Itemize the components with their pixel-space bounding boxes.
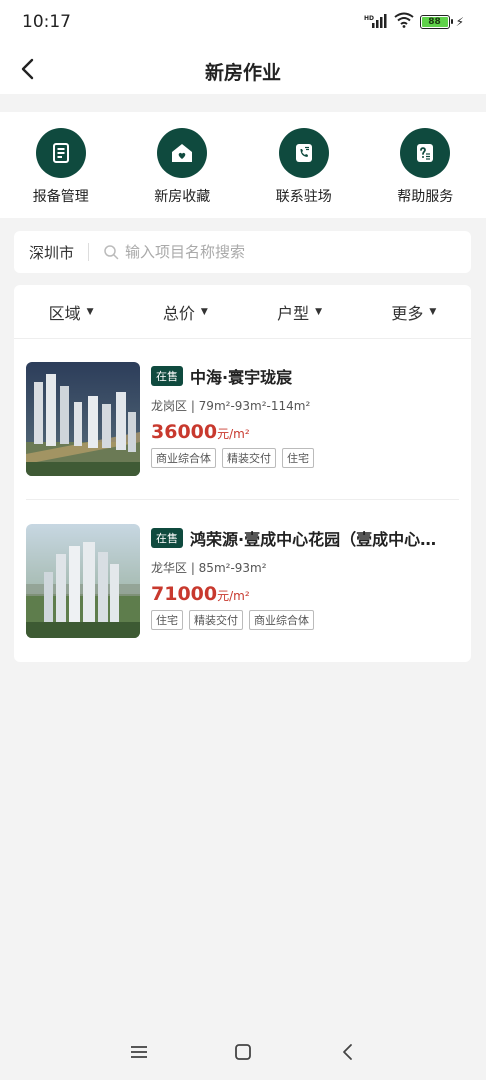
filter-total-price[interactable]: 总价 ▼: [128, 285, 242, 338]
filter-more[interactable]: 更多 ▼: [357, 285, 471, 338]
listing-title: 鸿荣源·壹成中心花园（壹成中心…: [190, 530, 437, 549]
filter-bar: 区域 ▼ 总价 ▼ 户型 ▼ 更多 ▼: [14, 285, 471, 339]
charging-icon: ⚡: [455, 15, 464, 29]
price-value: 71000: [151, 583, 218, 605]
quick-action-label: 新房收藏: [154, 189, 211, 205]
caret-down-icon: ▼: [315, 306, 323, 317]
filter-label: 更多: [391, 303, 424, 323]
status-time: 10:17: [22, 12, 71, 32]
caret-down-icon: ▼: [200, 306, 208, 317]
quick-actions: 报备管理 新房收藏 联系驻场 帮助服务: [0, 112, 486, 218]
listing-title-row: 在售 鸿荣源·壹成中心花园（壹成中心…: [151, 526, 459, 550]
menu-icon: [131, 1046, 147, 1058]
divider: [26, 499, 459, 500]
listing-card: 区域 ▼ 总价 ▼ 户型 ▼ 更多 ▼ 在售 中海·寰宇珑宸 龙岗区 | 79m…: [14, 285, 471, 662]
listing-price: 71000元/m²: [151, 583, 459, 605]
filter-label: 区域: [48, 303, 81, 323]
listing-tag: 精装交付: [189, 610, 243, 630]
search-icon: [104, 245, 119, 260]
system-back-button[interactable]: [334, 1039, 360, 1065]
listing-info: 在售 鸿荣源·壹成中心花园（壹成中心… 龙华区 | 85m²-93m² 7100…: [151, 526, 459, 630]
status-badge: 在售: [151, 528, 183, 548]
battery-icon: 88: [419, 15, 453, 29]
search-divider: [88, 243, 89, 261]
listing-tag: 精装交付: [222, 448, 276, 468]
listing-tags: 商业综合体 精装交付 住宅: [151, 448, 459, 468]
quick-action-help[interactable]: 帮助服务: [365, 112, 486, 218]
listing-price: 36000元/m²: [151, 421, 459, 443]
quick-action-label: 帮助服务: [397, 189, 454, 205]
listing-photo: [26, 362, 140, 476]
document-icon: [35, 128, 86, 178]
search-field: [103, 243, 471, 261]
system-nav-bar: [0, 1024, 486, 1080]
quick-action-report-management[interactable]: 报备管理: [0, 112, 122, 218]
phone-icon: [278, 128, 329, 178]
listing-item[interactable]: 在售 鸿荣源·壹成中心花园（壹成中心… 龙华区 | 85m²-93m² 7100…: [26, 524, 459, 644]
search-bar: 深圳市: [14, 231, 471, 273]
quick-action-label: 联系驻场: [275, 189, 332, 205]
filter-label: 户型: [277, 303, 310, 323]
status-badge: 在售: [151, 366, 183, 386]
signal-icon: HD: [364, 13, 388, 31]
listing-title: 中海·寰宇珑宸: [190, 368, 293, 387]
battery-level: 88: [421, 17, 448, 27]
city-selector[interactable]: 深圳市: [14, 242, 88, 263]
quick-action-favorites[interactable]: 新房收藏: [122, 112, 244, 218]
listing-tag: 住宅: [282, 448, 314, 468]
listing-item[interactable]: 在售 中海·寰宇珑宸 龙岗区 | 79m²-93m²-114m² 36000元/…: [26, 362, 459, 482]
listing-meta: 龙岗区 | 79m²-93m²-114m²: [151, 399, 311, 413]
status-icons: HD 88 ⚡: [364, 12, 464, 32]
status-bar: 10:17 HD 88 ⚡: [0, 0, 486, 44]
quick-action-contact-site[interactable]: 联系驻场: [243, 112, 365, 218]
caret-down-icon: ▼: [86, 306, 94, 317]
menu-button[interactable]: [126, 1039, 152, 1065]
house-heart-icon: [157, 128, 208, 178]
network-type-label: HD: [364, 15, 374, 22]
listing-tag: 商业综合体: [151, 448, 216, 468]
filter-layout[interactable]: 户型 ▼: [243, 285, 357, 338]
help-icon: [400, 128, 451, 178]
caret-down-icon: ▼: [429, 306, 437, 317]
home-button[interactable]: [230, 1039, 256, 1065]
listing-photo: [26, 524, 140, 638]
listing-tag: 商业综合体: [249, 610, 314, 630]
home-square-icon: [235, 1044, 251, 1060]
page-title: 新房作业: [204, 62, 281, 84]
price-unit: 元/m²: [217, 427, 250, 441]
price-value: 36000: [151, 421, 218, 443]
search-input[interactable]: [125, 243, 425, 261]
listing-tag: 住宅: [151, 610, 183, 630]
listing-meta: 龙华区 | 85m²-93m²: [151, 561, 267, 575]
listing-title-row: 在售 中海·寰宇珑宸: [151, 364, 459, 388]
nav-bar: 新房作业: [0, 44, 486, 94]
filter-label: 总价: [162, 303, 195, 323]
listing-tags: 住宅 精装交付 商业综合体: [151, 610, 459, 630]
price-unit: 元/m²: [217, 589, 250, 603]
wifi-icon: [393, 12, 414, 32]
filter-region[interactable]: 区域 ▼: [14, 285, 128, 338]
back-chevron-icon: [343, 1044, 352, 1060]
quick-action-label: 报备管理: [32, 189, 89, 205]
listing-info: 在售 中海·寰宇珑宸 龙岗区 | 79m²-93m²-114m² 36000元/…: [151, 364, 459, 468]
